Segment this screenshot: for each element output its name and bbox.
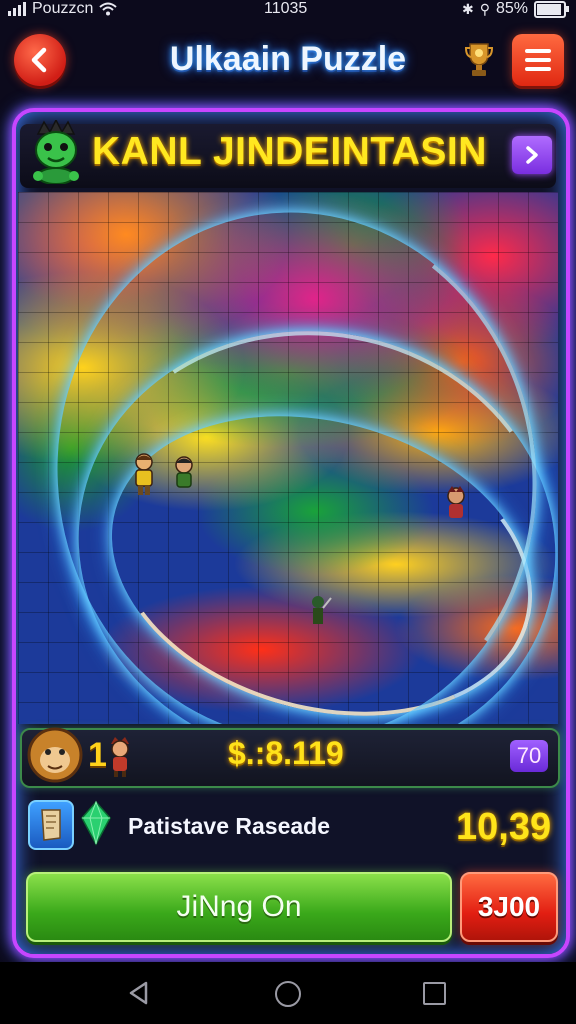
status-right: ✱ ⚲ 85% [461,0,569,18]
nav-home-icon[interactable] [275,981,301,1007]
info-label: Patistave Raseade [128,813,331,839]
back-arrow-icon [31,47,47,73]
scroll-glyph [41,809,61,841]
green-gem-icon [81,800,111,846]
nfc-icon: ⚲ [479,0,490,17]
back-button[interactable] [14,34,66,86]
nav-back-icon[interactable] [126,980,152,1006]
moves-badge: 70 [510,740,548,772]
play-button[interactable]: JiNng On [26,872,452,942]
jigsaw-puzzle-board[interactable] [18,192,558,724]
signal-icon [8,2,26,16]
status-bar: Pouzzcn 11035 ✱ ⚲ 85% [0,0,576,22]
chevron-right-icon [526,146,538,164]
battery-level [537,3,561,15]
wifi-icon [99,2,118,16]
hamburger-menu-icon [525,49,551,71]
companion-character[interactable] [170,454,198,498]
status-left: Pouzzcn [8,0,118,18]
battery-icon [534,0,569,18]
trophy-icon[interactable] [464,40,494,78]
explorer-character[interactable] [130,452,158,496]
page-title: Ulkaain Puzzle [169,40,407,78]
monkey-face-coin-icon [27,727,83,783]
nav-recent-apps-icon[interactable] [423,982,446,1005]
player-character-icon [111,737,129,777]
score-value: $.:8.119 [228,735,344,771]
bluetooth-icon: ✱ [461,0,474,17]
next-level-button[interactable] [512,136,552,174]
level-title: KANL JINDEINTASIN [92,130,487,173]
menu-button[interactable] [512,34,564,86]
warrior-character[interactable] [304,592,332,636]
rival-character[interactable] [442,484,470,528]
carrier-name: Pouzzcn [32,0,94,17]
level-number: 1 [88,736,107,774]
info-value: 10,39 [456,806,552,848]
scroll-tool-icon[interactable] [28,800,74,850]
cost-button[interactable]: 3J00 [460,872,558,942]
green-goblin-avatar-icon [33,120,79,184]
battery-percent: 85% [495,0,528,17]
clock: 11035 [264,0,308,17]
